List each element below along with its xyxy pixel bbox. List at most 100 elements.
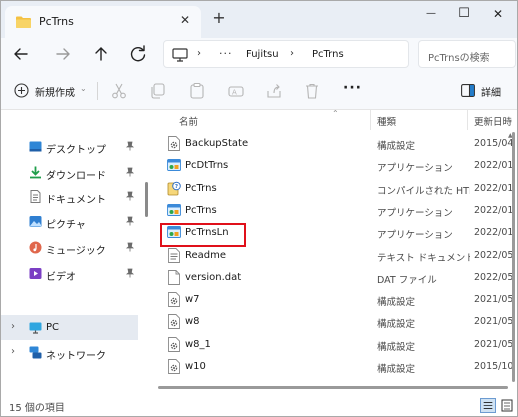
pin-icon[interactable]: [125, 268, 135, 278]
column-divider[interactable]: [467, 110, 468, 130]
address-bar[interactable]: › ··· Fujitsu › PcTrns: [163, 40, 409, 68]
column-divider[interactable]: [370, 110, 371, 130]
file-row[interactable]: version.dat DAT ファイル 2022/05: [159, 267, 517, 289]
column-header-type[interactable]: 種類: [377, 110, 396, 130]
file-type: アプリケーション: [377, 163, 453, 175]
pin-icon[interactable]: [125, 216, 135, 226]
file-row[interactable]: w8_1 構成設定 2021/05: [159, 334, 517, 356]
details-pane-button[interactable]: 詳細: [457, 81, 513, 101]
settings-file-icon: [167, 336, 181, 352]
file-row[interactable]: w10 構成設定 2015/10: [159, 356, 517, 378]
music-icon: [29, 241, 42, 254]
pictures-icon: [29, 216, 42, 227]
cut-icon[interactable]: [110, 82, 128, 100]
sidebar-item-label: ビデオ: [46, 272, 76, 283]
file-date: 2021/05: [474, 294, 514, 306]
sidebar-item-desktop[interactable]: デスクトップ: [1, 136, 138, 158]
search-placeholder: PcTrnsの検索: [428, 53, 490, 64]
file-row[interactable]: w7 構成設定 2021/05: [159, 289, 517, 311]
chevron-right-icon[interactable]: ›: [290, 48, 294, 59]
delete-icon[interactable]: [303, 82, 321, 100]
sidebar-item-label: デスクトップ: [46, 145, 106, 156]
file-row[interactable]: PcDtTrns アプリケーション 2022/01: [159, 155, 517, 177]
column-header-date[interactable]: 更新日時: [474, 110, 512, 130]
file-list: ⌃ 名前 種類 更新日時 BackupState 構成設定 2015/04 PcDtT…: [149, 109, 517, 392]
new-tab-button[interactable]: +: [209, 9, 229, 29]
breadcrumb-fujitsu[interactable]: Fujitsu: [246, 49, 279, 60]
details-view-icon[interactable]: [480, 398, 496, 413]
pin-icon[interactable]: [125, 191, 135, 201]
file-name: w8_1: [185, 338, 211, 350]
sidebar-item-pc[interactable]: › PC: [1, 315, 138, 340]
details-label: 詳細: [481, 88, 501, 99]
file-date: 2022/05: [474, 249, 514, 261]
chm-file-icon: ?: [167, 181, 181, 196]
maximize-button[interactable]: ☐: [454, 5, 474, 23]
paste-icon[interactable]: [188, 82, 206, 100]
sidebar-item-downloads[interactable]: ダウンロード: [1, 162, 138, 184]
file-type: 構成設定: [377, 297, 416, 309]
details-pane-icon: [461, 84, 475, 97]
sidebar-scrollbar[interactable]: [145, 182, 148, 217]
tiles-view-icon[interactable]: [500, 398, 514, 413]
computer-icon: [29, 322, 42, 334]
sidebar-item-pictures[interactable]: ピクチャ: [1, 211, 138, 233]
file-type: 構成設定: [377, 141, 416, 152]
file-date: 2015/04: [474, 138, 514, 149]
tab-close-button[interactable]: ✕: [177, 12, 193, 28]
minimize-button[interactable]: —: [421, 5, 441, 23]
pin-icon[interactable]: [125, 141, 135, 151]
file-date: 2022/01: [474, 160, 514, 172]
command-separator: [97, 82, 98, 100]
refresh-icon[interactable]: [126, 42, 150, 66]
item-count: 15 個の項目: [9, 403, 65, 414]
chevron-right-icon[interactable]: ›: [11, 321, 15, 332]
sidebar-item-videos[interactable]: ビデオ: [1, 263, 138, 285]
sidebar-item-network[interactable]: › ネットワーク: [1, 342, 138, 364]
rename-icon[interactable]: A: [227, 82, 245, 100]
new-button[interactable]: 新規作成 ⌄: [9, 80, 89, 102]
app-icon: [167, 203, 181, 218]
chevron-right-icon[interactable]: ›: [11, 346, 15, 357]
up-arrow-icon[interactable]: [89, 42, 113, 66]
file-row[interactable]: ? PcTrns コンパイルされた HTML 2022/01: [159, 178, 517, 200]
close-button[interactable]: ✕: [488, 5, 508, 23]
address-row: › ··· Fujitsu › PcTrns PcTrnsの検索: [1, 38, 517, 72]
vertical-scrollbar[interactable]: [512, 132, 515, 382]
text-file-icon: [167, 247, 181, 263]
horizontal-scrollbar[interactable]: [158, 386, 508, 389]
column-header-name[interactable]: 名前: [179, 110, 198, 130]
file-row[interactable]: PcTrns アプリケーション 2022/01: [159, 200, 517, 222]
tab-pctrns[interactable]: PcTrns ✕: [5, 6, 201, 38]
breadcrumb-overflow[interactable]: ···: [219, 47, 233, 60]
copy-icon[interactable]: [149, 82, 167, 100]
sidebar-item-documents[interactable]: ドキュメント: [1, 186, 138, 208]
file-type: コンパイルされた HTML: [377, 185, 470, 197]
search-box[interactable]: PcTrnsの検索: [418, 40, 516, 68]
file-name: PcDtTrns: [185, 160, 229, 172]
svg-text:?: ?: [175, 184, 178, 190]
chevron-right-icon[interactable]: ›: [197, 48, 201, 59]
sidebar-item-music[interactable]: ミュージック: [1, 237, 138, 259]
file-row[interactable]: w8 構成設定 2021/05: [159, 311, 517, 333]
file-name: PcTrns: [185, 182, 217, 194]
file-row[interactable]: BackupState 構成設定 2015/04: [159, 133, 517, 155]
pin-icon[interactable]: [125, 242, 135, 252]
chevron-down-icon: ⌄: [80, 84, 87, 93]
more-options-button[interactable]: ···: [343, 80, 361, 98]
sidebar-item-label: ドキュメント: [46, 195, 106, 206]
file-name: w7: [185, 294, 200, 306]
breadcrumb-pctrns[interactable]: PcTrns: [312, 49, 344, 60]
app-icon: [167, 158, 181, 173]
share-icon[interactable]: [265, 82, 283, 100]
pin-icon[interactable]: [125, 167, 135, 177]
sidebar-item-label: ピクチャ: [46, 220, 86, 231]
highlight-annotation-box: [160, 223, 246, 247]
file-type: 構成設定: [377, 364, 416, 375]
file-row[interactable]: Readme テキスト ドキュメント 2022/05: [159, 245, 517, 267]
file-name: w10: [185, 361, 206, 372]
svg-text:A: A: [232, 89, 237, 97]
back-arrow-icon[interactable]: [9, 42, 33, 66]
forward-arrow-icon[interactable]: [51, 42, 75, 66]
file-type: アプリケーション: [377, 207, 453, 219]
